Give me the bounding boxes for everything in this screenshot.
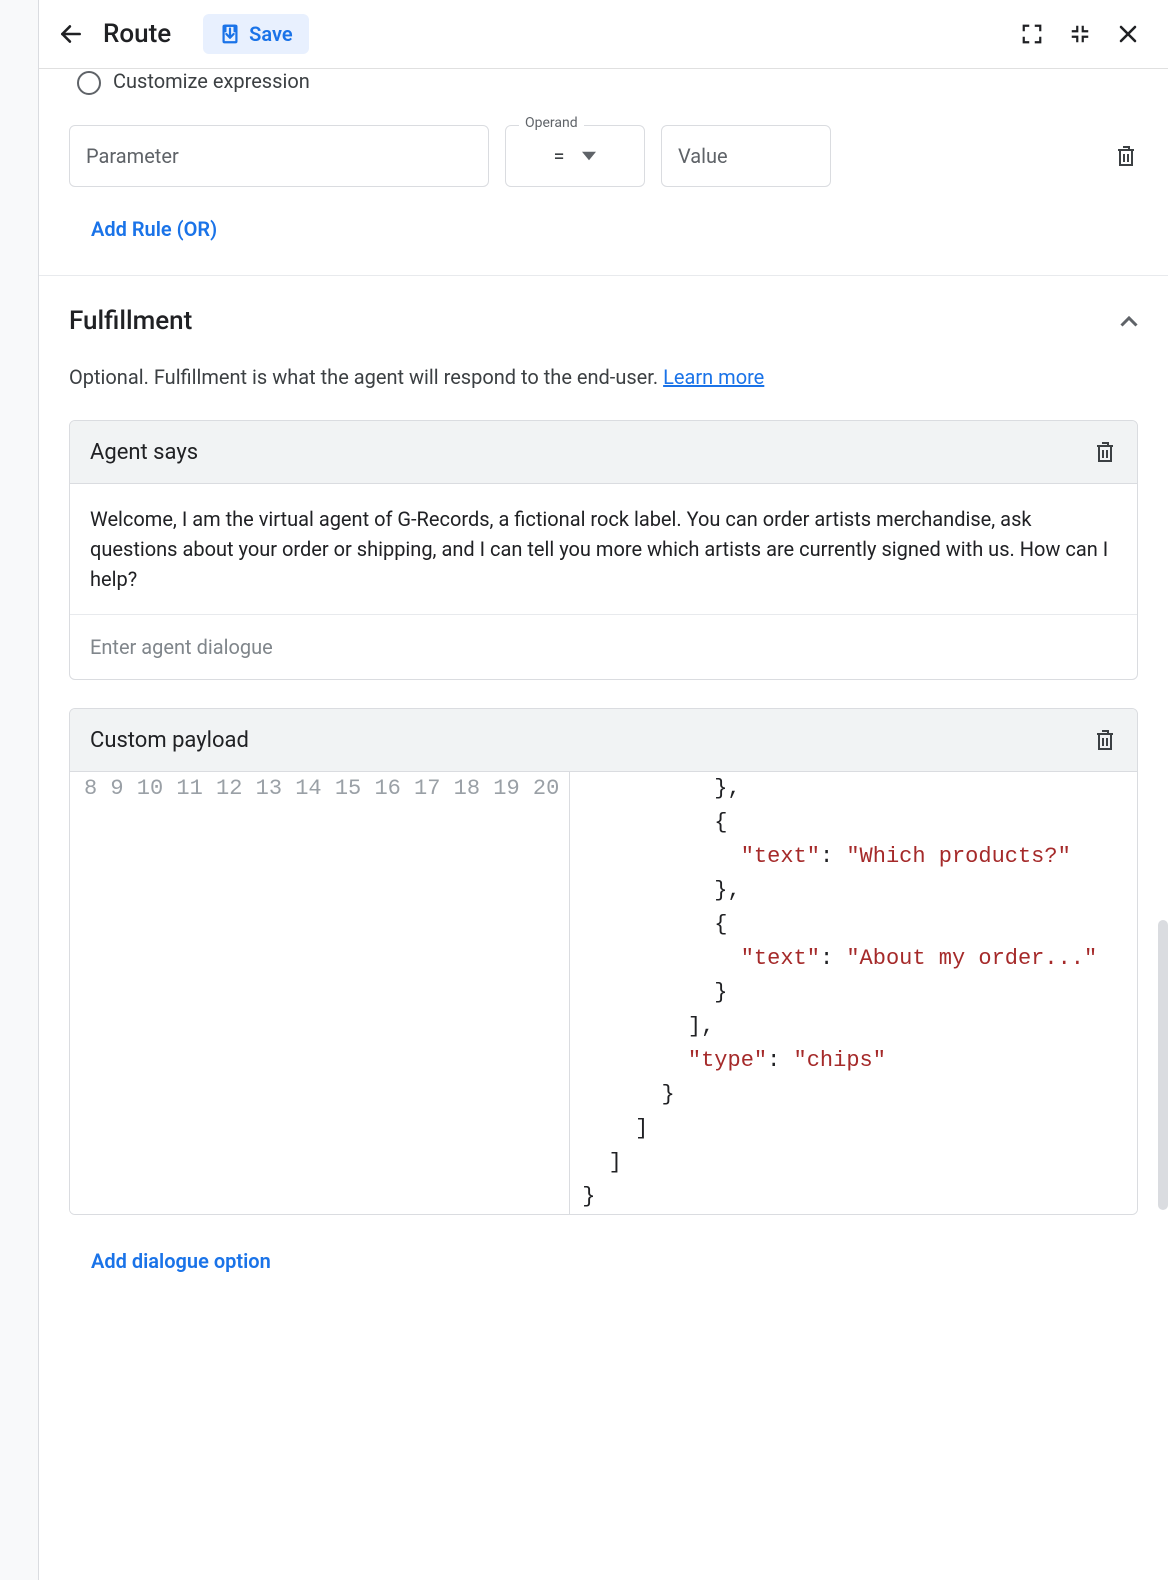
custom-payload-header: Custom payload bbox=[70, 709, 1137, 772]
operand-floating-label: Operand bbox=[519, 115, 584, 131]
custom-payload-card: Custom payload 8 9 10 11 12 13 14 15 16 … bbox=[69, 708, 1138, 1215]
parameter-placeholder: Parameter bbox=[86, 144, 179, 168]
agent-says-text[interactable]: Welcome, I am the virtual agent of G-Rec… bbox=[70, 484, 1137, 615]
collapse-icon bbox=[1120, 315, 1138, 327]
agent-says-card: Agent says Welcome, I am the virtual age… bbox=[69, 420, 1138, 680]
customize-expression-label: Customize expression bbox=[113, 69, 310, 93]
learn-more-link[interactable]: Learn more bbox=[663, 365, 764, 389]
fullscreen-icon bbox=[1021, 23, 1043, 45]
back-button[interactable] bbox=[51, 14, 91, 54]
condition-rule-row: Parameter Operand = Value bbox=[69, 125, 1138, 187]
delete-custom-payload-button[interactable] bbox=[1093, 727, 1117, 753]
panel-title: Route bbox=[103, 19, 171, 49]
fulfillment-section-header[interactable]: Fulfillment bbox=[69, 306, 1138, 336]
fulfillment-title: Fulfillment bbox=[69, 306, 192, 336]
trash-icon bbox=[1093, 727, 1117, 753]
radio-icon bbox=[77, 71, 101, 95]
dropdown-icon bbox=[582, 151, 596, 161]
save-button[interactable]: Save bbox=[203, 14, 308, 54]
value-placeholder: Value bbox=[678, 144, 728, 168]
operand-value: = bbox=[554, 144, 565, 168]
fulfillment-description: Optional. Fulfillment is what the agent … bbox=[69, 362, 1138, 392]
arrow-left-icon bbox=[58, 21, 84, 47]
save-icon bbox=[219, 23, 241, 45]
panel-header: Route Save bbox=[39, 0, 1168, 69]
fullscreen-button[interactable] bbox=[1012, 14, 1052, 54]
value-input[interactable]: Value bbox=[661, 125, 831, 187]
close-icon bbox=[1116, 22, 1140, 46]
section-divider bbox=[39, 275, 1168, 276]
operand-select[interactable]: Operand = bbox=[505, 125, 645, 187]
scrollbar-thumb[interactable] bbox=[1158, 920, 1168, 1210]
agent-dialogue-input[interactable]: Enter agent dialogue bbox=[70, 615, 1137, 679]
code-editor[interactable]: 8 9 10 11 12 13 14 15 16 17 18 19 20 }, … bbox=[70, 772, 1137, 1214]
trash-icon bbox=[1093, 439, 1117, 465]
route-panel: Route Save Customize expression bbox=[38, 0, 1168, 1580]
trash-icon bbox=[1114, 143, 1138, 169]
parameter-input[interactable]: Parameter bbox=[69, 125, 489, 187]
custom-payload-title: Custom payload bbox=[90, 728, 249, 753]
customize-expression-radio[interactable]: Customize expression bbox=[69, 69, 1138, 99]
add-rule-button[interactable]: Add Rule (OR) bbox=[91, 217, 217, 241]
code-content: }, { "text": "Which products?" }, { "tex… bbox=[570, 772, 1109, 1214]
exit-fullscreen-button[interactable] bbox=[1060, 14, 1100, 54]
agent-says-title: Agent says bbox=[90, 440, 198, 465]
add-dialogue-option-button[interactable]: Add dialogue option bbox=[91, 1249, 271, 1273]
agent-says-header: Agent says bbox=[70, 421, 1137, 484]
code-gutter: 8 9 10 11 12 13 14 15 16 17 18 19 20 bbox=[70, 772, 570, 1214]
exit-fullscreen-icon bbox=[1069, 23, 1091, 45]
close-button[interactable] bbox=[1108, 14, 1148, 54]
delete-rule-button[interactable] bbox=[1114, 143, 1138, 169]
save-label: Save bbox=[249, 22, 292, 46]
delete-agent-says-button[interactable] bbox=[1093, 439, 1117, 465]
panel-content: Customize expression Parameter Operand =… bbox=[39, 69, 1168, 1580]
